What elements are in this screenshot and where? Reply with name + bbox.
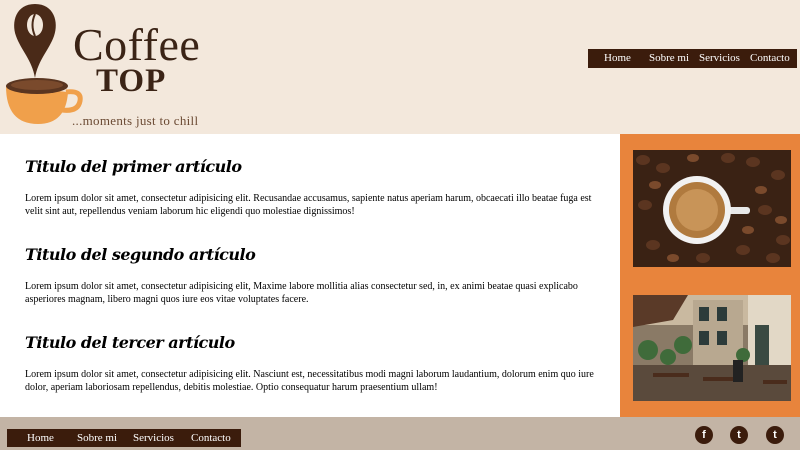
footer-home-link[interactable]: Home <box>27 429 54 447</box>
article-body: Lorem ipsum dolor sit amet, consectetur … <box>25 281 578 305</box>
nav-servicios-link[interactable]: Servicios <box>699 49 740 68</box>
footer-navigation: Home Sobre mi Servicios Contacto <box>7 429 241 447</box>
footer-servicios-link[interactable]: Servicios <box>133 429 174 447</box>
coffee-top-logo[interactable]: Coffee TOP ...moments just to chill <box>0 0 210 134</box>
logo-tagline: ...moments just to chill <box>72 113 199 128</box>
site-header: Coffee TOP ...moments just to chill Home… <box>0 0 800 134</box>
article-title: Titulo del primer artículo <box>25 157 242 176</box>
coffee-cup-on-beans-photo <box>633 150 791 267</box>
street-cafe-photo <box>633 295 791 401</box>
article-2: Titulo del segundo artículo Lorem ipsum … <box>25 244 595 306</box>
logo-wordmark-coffee: Coffee <box>73 19 201 70</box>
article-body: Lorem ipsum dolor sit amet, consectetur … <box>25 193 592 217</box>
twitter-icon[interactable]: t <box>730 426 748 444</box>
nav-contacto-link[interactable]: Contacto <box>750 49 790 68</box>
article-body: Lorem ipsum dolor sit amet, consectetur … <box>25 369 594 393</box>
main-content: Titulo del primer artículo Lorem ipsum d… <box>0 134 620 417</box>
nav-sobre-mi-link[interactable]: Sobre mi <box>649 49 689 68</box>
logo-wordmark-top: TOP <box>96 63 167 99</box>
top-navigation: Home Sobre mi Servicios Contacto <box>588 49 797 68</box>
sidebar-images <box>620 134 800 417</box>
site-footer: Home Sobre mi Servicios Contacto f t t <box>0 417 800 450</box>
nav-home-link[interactable]: Home <box>604 49 631 68</box>
footer-contacto-link[interactable]: Contacto <box>191 429 231 447</box>
article-title: Titulo del segundo artículo <box>25 245 256 264</box>
footer-sobre-mi-link[interactable]: Sobre mi <box>77 429 117 447</box>
facebook-icon[interactable]: f <box>695 426 713 444</box>
article-1: Titulo del primer artículo Lorem ipsum d… <box>25 156 595 218</box>
twitter-icon[interactable]: t <box>766 426 784 444</box>
article-title: Titulo del tercer artículo <box>25 333 235 352</box>
article-3: Titulo del tercer artículo Lorem ipsum d… <box>25 332 595 394</box>
